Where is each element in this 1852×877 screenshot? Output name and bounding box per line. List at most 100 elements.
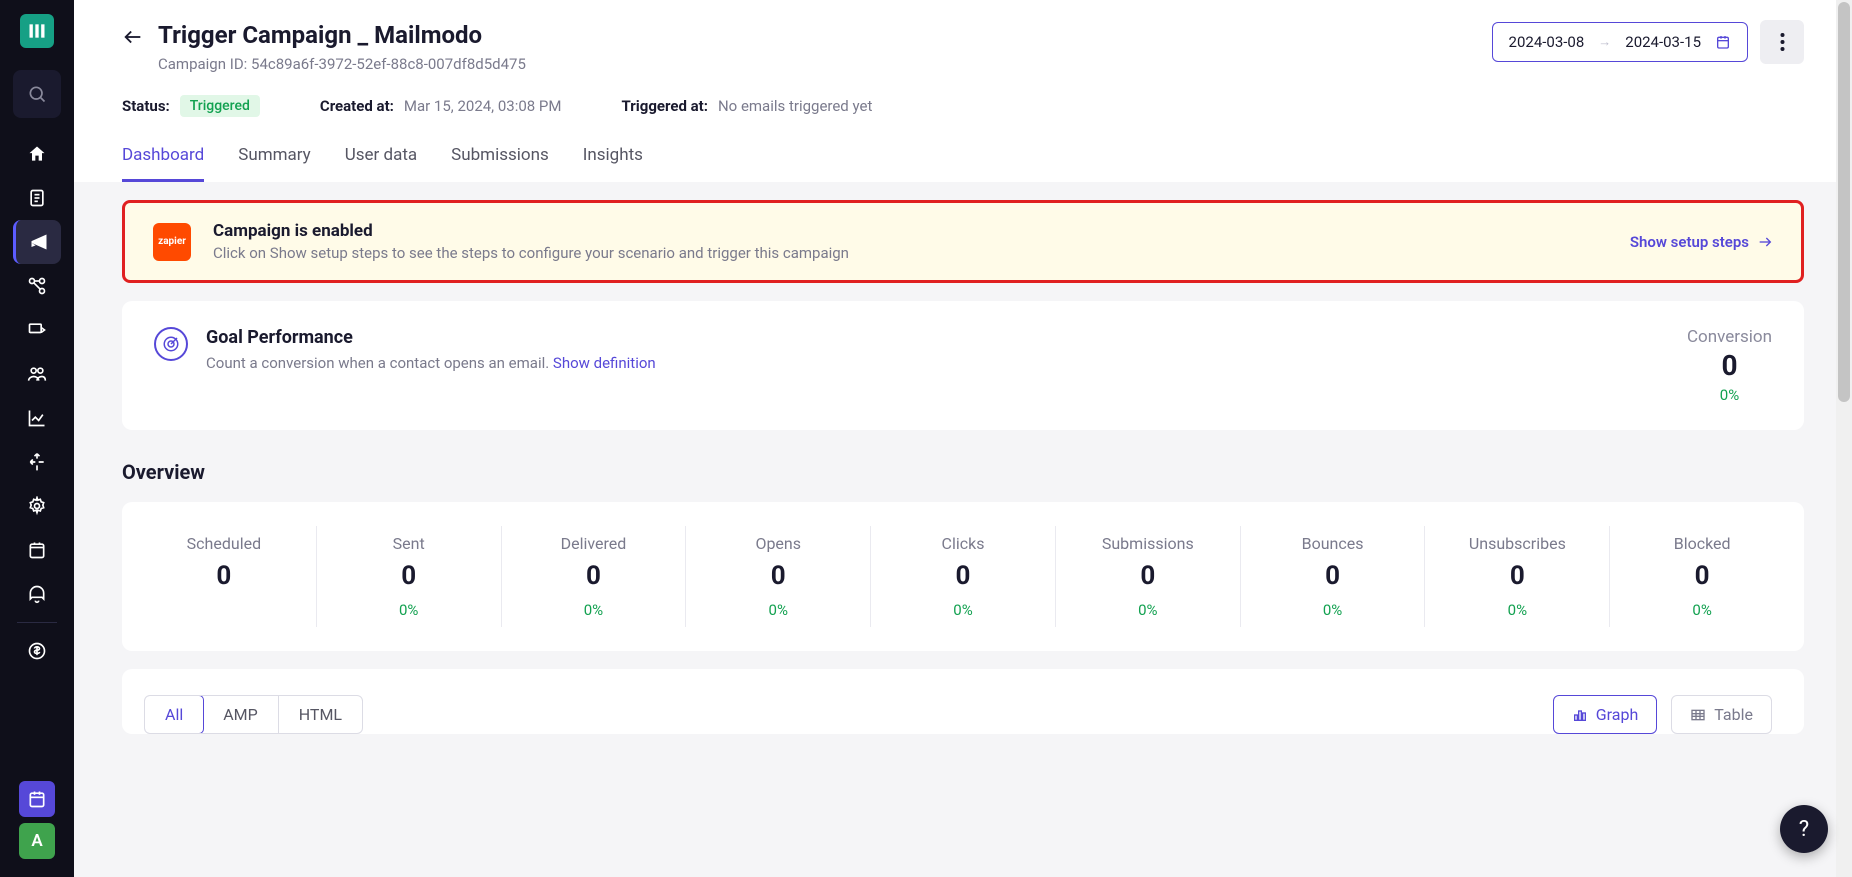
stat-item[interactable]: Scheduled 0 [132, 526, 316, 627]
tab-bar: Dashboard Summary User data Submissions … [122, 145, 1804, 182]
viewtab-all[interactable]: All [144, 695, 204, 734]
goal-desc: Count a conversion when a contact opens … [206, 354, 656, 372]
tab-insights[interactable]: Insights [583, 145, 643, 182]
triggered-value: No emails triggered yet [718, 97, 872, 115]
chart-card: All AMP HTML Graph Table [122, 669, 1804, 734]
stat-item[interactable]: Blocked 0 0% [1609, 526, 1794, 627]
tab-dashboard[interactable]: Dashboard [122, 145, 204, 182]
graph-toggle-button[interactable]: Graph [1553, 695, 1658, 734]
stat-pct: 0% [871, 601, 1055, 619]
nav-automation[interactable] [13, 440, 61, 484]
stat-item[interactable]: Opens 0 0% [685, 526, 870, 627]
stat-value: 0 [1241, 561, 1425, 591]
banner-title: Campaign is enabled [213, 221, 849, 241]
stat-pct: 0% [1610, 601, 1794, 619]
tab-summary[interactable]: Summary [238, 145, 310, 182]
stat-label: Clicks [871, 534, 1055, 553]
target-icon [154, 327, 188, 361]
stat-pct: 0% [1056, 601, 1240, 619]
viewtab-html[interactable]: HTML [279, 696, 362, 733]
search-button[interactable] [13, 70, 61, 118]
nav-calendar[interactable] [19, 781, 55, 817]
more-options-button[interactable] [1760, 20, 1804, 64]
stat-value: 0 [1056, 561, 1240, 591]
show-definition-link[interactable]: Show definition [553, 354, 656, 372]
stat-item[interactable]: Bounces 0 0% [1240, 526, 1425, 627]
table-label: Table [1714, 705, 1753, 724]
date-to: 2024-03-15 [1625, 33, 1701, 51]
stat-label: Delivered [502, 534, 686, 553]
stat-pct: 0% [502, 601, 686, 619]
user-avatar[interactable]: A [19, 823, 55, 859]
goal-card: Goal Performance Count a conversion when… [122, 301, 1804, 430]
stat-label: Unsubscribes [1425, 534, 1609, 553]
nav-templates[interactable] [13, 176, 61, 220]
stat-item[interactable]: Submissions 0 0% [1055, 526, 1240, 627]
stat-label: Scheduled [132, 534, 316, 553]
stats-row: Scheduled 0 Sent 0 0%Delivered 0 0%Opens… [132, 526, 1794, 627]
scrollbar[interactable] [1836, 0, 1852, 877]
date-range-picker[interactable]: 2024-03-08 → 2024-03-15 [1492, 22, 1748, 62]
arrow-right-icon: → [1598, 34, 1611, 50]
stat-item[interactable]: Sent 0 0% [316, 526, 501, 627]
main-content: Trigger Campaign _ Mailmodo Campaign ID:… [74, 0, 1852, 877]
nav-campaigns[interactable] [13, 220, 61, 264]
conversion-pct: 0% [1687, 386, 1772, 404]
zapier-icon: zapier [153, 223, 191, 261]
date-from: 2024-03-08 [1509, 33, 1585, 51]
status-badge: Triggered [180, 95, 260, 117]
viewtab-amp[interactable]: AMP [203, 696, 279, 733]
help-button[interactable]: ? [1780, 805, 1828, 853]
campaign-id-label: Campaign ID: [158, 55, 251, 73]
tab-submissions[interactable]: Submissions [451, 145, 549, 182]
stat-label: Sent [317, 534, 501, 553]
nav-notifications[interactable] [13, 572, 61, 616]
view-toggle: Graph Table [1553, 695, 1772, 734]
meta-row: Status: Triggered Created at: Mar 15, 20… [122, 95, 1804, 117]
graph-label: Graph [1596, 705, 1639, 724]
sidebar: A [0, 0, 74, 877]
nav-transactional[interactable] [13, 308, 61, 352]
campaign-id: Campaign ID: 54c89a6f-3972-52ef-88c8-007… [158, 55, 526, 73]
nav-settings[interactable] [13, 484, 61, 528]
stat-label: Blocked [1610, 534, 1794, 553]
nav-home[interactable] [13, 132, 61, 176]
conversion-label: Conversion [1687, 327, 1772, 347]
banner-desc: Click on Show setup steps to see the ste… [213, 244, 849, 262]
stat-label: Bounces [1241, 534, 1425, 553]
show-setup-steps-link[interactable]: Show setup steps [1630, 233, 1773, 251]
nav-analytics[interactable] [13, 396, 61, 440]
banner-link-text: Show setup steps [1630, 233, 1749, 251]
stat-pct: 0% [1241, 601, 1425, 619]
app-logo[interactable] [20, 14, 54, 48]
tab-userdata[interactable]: User data [345, 145, 417, 182]
nav-contacts[interactable] [13, 352, 61, 396]
goal-title: Goal Performance [206, 327, 656, 348]
stat-pct: 0% [317, 601, 501, 619]
scrollbar-thumb[interactable] [1838, 2, 1850, 402]
nav-billing[interactable] [13, 629, 61, 673]
stat-value: 0 [132, 561, 316, 591]
page-header: Trigger Campaign _ Mailmodo Campaign ID:… [74, 0, 1852, 182]
nav-integrations[interactable] [13, 264, 61, 308]
page-title: Trigger Campaign _ Mailmodo [158, 20, 526, 51]
campaign-id-value: 54c89a6f-3972-52ef-88c8-007df8d5d475 [251, 55, 526, 73]
stat-value: 0 [686, 561, 870, 591]
stat-item[interactable]: Clicks 0 0% [870, 526, 1055, 627]
created-label: Created at: [320, 97, 394, 115]
stat-value: 0 [1425, 561, 1609, 591]
table-toggle-button[interactable]: Table [1671, 695, 1772, 734]
stat-item[interactable]: Unsubscribes 0 0% [1424, 526, 1609, 627]
stat-value: 0 [1610, 561, 1794, 591]
stat-value: 0 [871, 561, 1055, 591]
stat-item[interactable]: Delivered 0 0% [501, 526, 686, 627]
sidebar-divider [17, 622, 57, 623]
stat-pct: 0% [686, 601, 870, 619]
overview-title: Overview [122, 460, 1804, 484]
setup-banner: zapier Campaign is enabled Click on Show… [122, 200, 1804, 283]
back-arrow-icon[interactable] [122, 26, 144, 48]
nav-apps[interactable] [13, 528, 61, 572]
overview-card: Scheduled 0 Sent 0 0%Delivered 0 0%Opens… [122, 502, 1804, 651]
stat-label: Opens [686, 534, 870, 553]
stat-value: 0 [317, 561, 501, 591]
